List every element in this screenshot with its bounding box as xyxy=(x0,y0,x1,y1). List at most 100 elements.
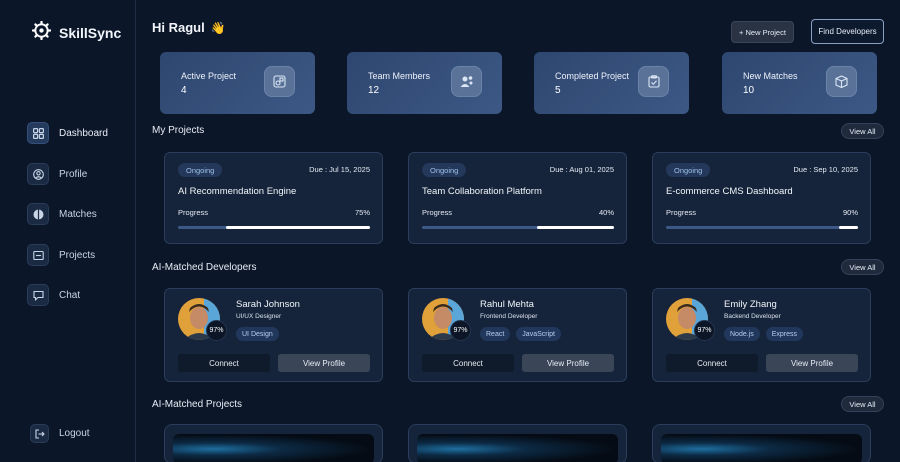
ai-developers-title: AI-Matched Developers xyxy=(152,262,257,273)
stat-label: Team Members xyxy=(368,71,431,81)
developer-card[interactable]: 97% Rahul Mehta Frontend Developer React… xyxy=(408,288,627,382)
my-projects-title: My Projects xyxy=(152,125,205,136)
ai-project-card[interactable] xyxy=(652,424,871,462)
stat-value: 10 xyxy=(743,85,755,96)
sidebar-item-label: Profile xyxy=(59,168,88,180)
skill-tag: React xyxy=(480,327,511,341)
find-developers-button[interactable]: Find Developers xyxy=(811,19,884,44)
project-card[interactable]: Ongoing Due : Sep 10, 2025 E-commerce CM… xyxy=(652,152,871,244)
stat-card-active-projects[interactable]: Active Project 4 xyxy=(160,52,315,114)
skill-tags: Node.js Express xyxy=(724,327,804,341)
logout-icon xyxy=(30,424,49,443)
progress-fill xyxy=(838,226,858,229)
view-profile-button[interactable]: View Profile xyxy=(766,354,858,372)
ai-project-card[interactable] xyxy=(164,424,383,462)
ai-project-card[interactable] xyxy=(408,424,627,462)
developer-name: Rahul Mehta xyxy=(480,299,534,310)
connect-button[interactable]: Connect xyxy=(666,354,758,372)
due-date: Due : Aug 01, 2025 xyxy=(549,165,614,174)
ai-developers-view-all-button[interactable]: View All xyxy=(841,259,884,275)
ai-projects-title: AI-Matched Projects xyxy=(152,399,243,410)
skill-tag: JavaScript xyxy=(516,327,561,341)
project-card[interactable]: Ongoing Due : Jul 15, 2025 AI Recommenda… xyxy=(164,152,383,244)
progress-bar xyxy=(422,226,614,229)
sidebar-item-label: Dashboard xyxy=(59,127,108,139)
sidebar-item-label: Chat xyxy=(59,289,81,301)
sidebar: SkillSync Dashboard Profile Matches Proj… xyxy=(0,0,136,462)
developer-role: Frontend Developer xyxy=(480,313,538,320)
box-icon xyxy=(826,66,857,97)
developer-name: Emily Zhang xyxy=(724,299,777,310)
sidebar-item-label: Matches xyxy=(59,208,97,220)
progress-fill xyxy=(226,226,370,229)
stat-label: Active Project xyxy=(181,71,237,81)
project-card[interactable]: Ongoing Due : Aug 01, 2025 Team Collabor… xyxy=(408,152,627,244)
view-profile-button[interactable]: View Profile xyxy=(522,354,614,372)
skill-tag: Express xyxy=(765,327,804,341)
developer-role: Backend Developer xyxy=(724,313,781,320)
status-badge: Ongoing xyxy=(666,163,711,177)
new-project-button[interactable]: + New Project xyxy=(731,21,794,43)
check-icon xyxy=(638,66,669,97)
sidebar-item-projects[interactable]: Projects xyxy=(27,244,95,266)
logout-label: Logout xyxy=(59,428,90,439)
developer-role: UI/UX Designer xyxy=(236,313,282,320)
due-date: Due : Sep 10, 2025 xyxy=(793,165,858,174)
developer-card[interactable]: 97% Sarah Johnson UI/UX Designer UI Desi… xyxy=(164,288,383,382)
page-greeting: Hi Ragul 👋 xyxy=(152,20,226,35)
progress-percent: 90% xyxy=(842,208,858,217)
match-score-badge: 97% xyxy=(694,320,715,341)
team-icon xyxy=(451,66,482,97)
developer-card[interactable]: 97% Emily Zhang Backend Developer Node.j… xyxy=(652,288,871,382)
view-profile-button[interactable]: View Profile xyxy=(278,354,370,372)
match-score-badge: 97% xyxy=(450,320,471,341)
connect-button[interactable]: Connect xyxy=(178,354,270,372)
skill-tag: Node.js xyxy=(724,327,760,341)
progress-bar xyxy=(178,226,370,229)
stat-value: 4 xyxy=(181,85,187,96)
gear-logo-icon xyxy=(31,20,52,45)
connect-button[interactable]: Connect xyxy=(422,354,514,372)
sidebar-item-dashboard[interactable]: Dashboard xyxy=(27,122,108,144)
match-icon xyxy=(27,203,49,225)
stat-label: Completed Project xyxy=(555,71,630,81)
sidebar-item-profile[interactable]: Profile xyxy=(27,163,87,185)
project-name: Team Collaboration Platform xyxy=(422,186,542,197)
app-logo[interactable]: SkillSync xyxy=(31,20,122,45)
stat-card-completed-projects[interactable]: Completed Project 5 xyxy=(534,52,689,114)
progress-percent: 75% xyxy=(354,208,370,217)
grid-icon xyxy=(27,122,49,144)
progress-fill xyxy=(537,226,614,229)
folder-icon xyxy=(264,66,295,97)
project-thumbnail xyxy=(417,434,618,462)
progress-label: Progress xyxy=(422,208,453,217)
wave-icon: 👋 xyxy=(210,20,226,35)
ai-projects-view-all-button[interactable]: View All xyxy=(841,396,884,412)
project-thumbnail xyxy=(661,434,862,462)
match-score-badge: 97% xyxy=(206,320,227,341)
user-icon xyxy=(27,163,49,185)
projects-icon xyxy=(27,244,49,266)
my-projects-view-all-button[interactable]: View All xyxy=(841,123,884,139)
progress-percent: 40% xyxy=(598,208,614,217)
skill-tag: UI Design xyxy=(236,327,279,341)
stat-label: New Matches xyxy=(743,71,798,81)
sidebar-item-matches[interactable]: Matches xyxy=(27,203,97,225)
status-badge: Ongoing xyxy=(178,163,223,177)
progress-label: Progress xyxy=(178,208,209,217)
stat-value: 5 xyxy=(555,85,561,96)
progress-bar xyxy=(666,226,858,229)
sidebar-item-label: Projects xyxy=(59,249,96,261)
developer-name: Sarah Johnson xyxy=(236,299,300,310)
skill-tags: React JavaScript xyxy=(480,327,561,341)
project-name: AI Recommendation Engine xyxy=(178,186,297,197)
stat-card-new-matches[interactable]: New Matches 10 xyxy=(722,52,877,114)
skill-tags: UI Design xyxy=(236,327,279,341)
stat-card-team-members[interactable]: Team Members 12 xyxy=(347,52,502,114)
logout-button[interactable]: Logout xyxy=(30,424,90,443)
stat-value: 12 xyxy=(368,85,380,96)
status-badge: Ongoing xyxy=(422,163,467,177)
app-name: SkillSync xyxy=(59,25,122,41)
sidebar-item-chat[interactable]: Chat xyxy=(27,284,80,306)
greeting-text: Hi Ragul xyxy=(152,20,205,35)
